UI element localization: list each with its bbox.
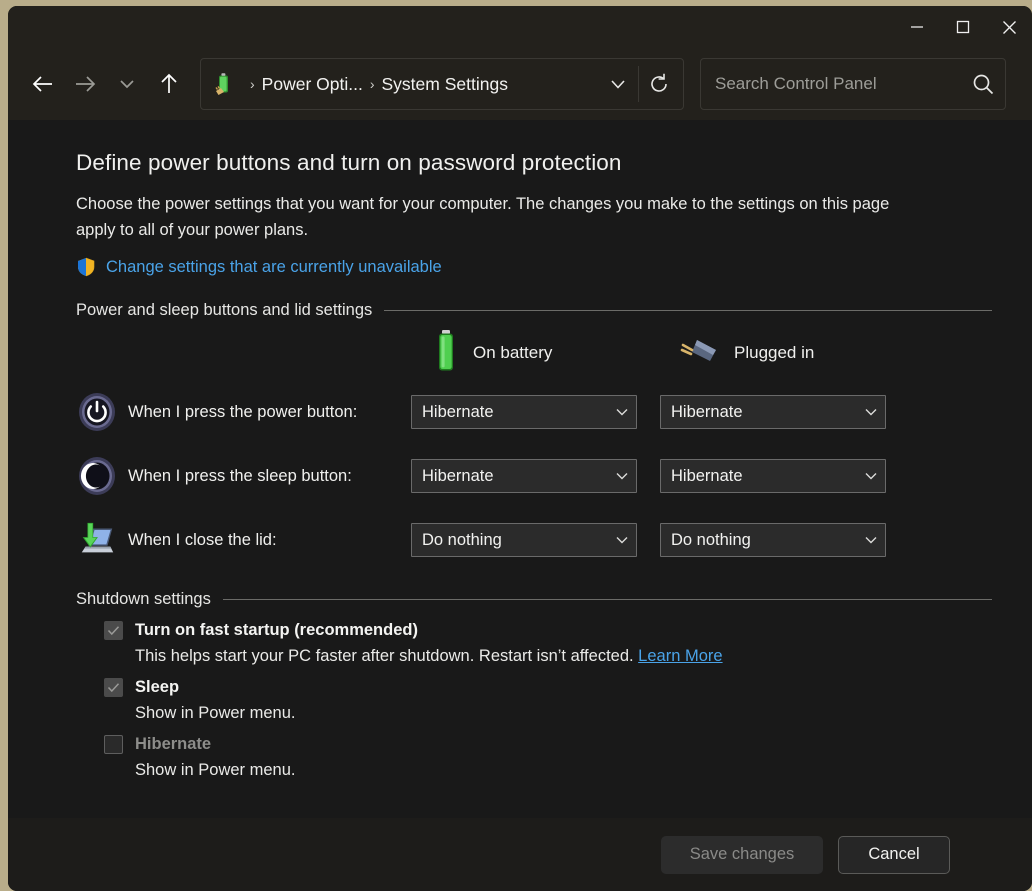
fast-startup-checkbox[interactable] [104,621,123,640]
control-panel-window: › Power Opti... › System Settings Search… [8,6,1032,891]
back-button[interactable] [22,63,64,105]
title-bar [8,6,1032,48]
fast-startup-label: Turn on fast startup (recommended) [135,621,418,640]
power-section-header: Power and sleep buttons and lid settings [76,301,992,320]
shutdown-section: Shutdown settings Turn on fast startup (… [76,590,992,780]
search-icon[interactable] [971,72,995,96]
shield-icon [76,257,96,277]
uac-link-row: Change settings that are currently unava… [76,257,992,277]
hibernate-description: Show in Power menu. [76,761,992,780]
maximize-button[interactable] [940,6,986,48]
sleep-button-battery-dropdown[interactable]: Hibernate [411,459,637,493]
power-button-battery-value: Hibernate [422,403,614,422]
page-title: Define power buttons and turn on passwor… [76,150,992,176]
search-input[interactable]: Search Control Panel [700,58,1006,110]
address-bar: › Power Opti... › System Settings Search… [8,48,1032,120]
fast-startup-description-text: This helps start your PC faster after sh… [135,647,638,665]
checkbox-row-fast-startup[interactable]: Turn on fast startup (recommended) [76,621,992,640]
column-label-on-battery: On battery [473,343,552,363]
sleep-description: Show in Power menu. [76,704,992,723]
close-button[interactable] [986,6,1032,48]
power-button-plugged-value: Hibernate [671,403,863,422]
sleep-label: Sleep [135,678,179,697]
power-button-battery-dropdown[interactable]: Hibernate [411,395,637,429]
setting-label-sleep-button: When I press the sleep button: [128,467,411,486]
chevron-down-icon [614,470,630,482]
change-settings-link[interactable]: Change settings that are currently unava… [106,258,442,277]
up-button[interactable] [148,63,190,105]
chevron-down-icon [863,534,879,546]
recent-locations-button[interactable] [106,63,148,105]
learn-more-link[interactable]: Learn More [638,647,722,665]
power-options-icon [213,72,235,96]
sleep-button-plugged-value: Hibernate [671,467,863,486]
refresh-icon [648,73,670,95]
sleep-button-battery-value: Hibernate [422,467,614,486]
search-placeholder: Search Control Panel [715,74,971,94]
chevron-down-icon [614,406,630,418]
column-header-on-battery: On battery [431,329,680,378]
hibernate-label: Hibernate [135,735,211,754]
sleep-checkbox[interactable] [104,678,123,697]
breadcrumb-dropdown-button[interactable] [598,62,638,106]
chevron-down-icon [118,77,136,91]
page-description: Choose the power settings that you want … [76,192,928,243]
power-button-plugged-dropdown[interactable]: Hibernate [660,395,886,429]
power-section-title: Power and sleep buttons and lid settings [76,301,384,320]
breadcrumb-item-power-options[interactable]: Power Opti... [262,74,363,95]
hibernate-checkbox[interactable] [104,735,123,754]
cancel-button[interactable]: Cancel [838,836,950,874]
minimize-button[interactable] [894,6,940,48]
setting-row-power-button: When I press the power button: Hibernate… [76,380,992,444]
arrow-up-icon [159,72,179,96]
checkbox-row-hibernate[interactable]: Hibernate [76,735,992,754]
chevron-down-icon [614,534,630,546]
arrow-right-icon [73,74,97,94]
chevron-down-icon [863,406,879,418]
power-plug-icon [680,334,722,373]
arrow-left-icon [31,74,55,94]
breadcrumb-separator-1: › [370,76,375,92]
shutdown-section-title: Shutdown settings [76,590,223,609]
forward-button[interactable] [64,63,106,105]
setting-label-close-lid: When I close the lid: [128,531,411,550]
breadcrumb-item-system-settings[interactable]: System Settings [382,74,508,95]
section-divider [223,599,992,600]
window-controls [894,6,1032,48]
setting-label-power-button: When I press the power button: [128,403,411,422]
checkmark-icon [107,625,120,636]
refresh-button[interactable] [639,62,679,106]
close-lid-plugged-value: Do nothing [671,531,863,550]
column-headers: On battery Plugged in [76,326,992,380]
breadcrumb-separator-0: › [250,76,255,92]
laptop-lid-icon [76,519,118,561]
setting-row-sleep-button: When I press the sleep button: Hibernate… [76,444,992,508]
sleep-moon-icon [76,455,118,497]
fast-startup-description: This helps start your PC faster after sh… [76,647,992,666]
column-label-plugged-in: Plugged in [734,343,814,363]
close-lid-battery-dropdown[interactable]: Do nothing [411,523,637,557]
content-area: Define power buttons and turn on passwor… [8,120,1032,818]
chevron-down-icon [863,470,879,482]
save-changes-button[interactable]: Save changes [661,836,823,874]
column-header-plugged-in: Plugged in [680,334,814,373]
power-button-icon [76,391,118,433]
chevron-down-icon [608,77,628,91]
battery-icon [431,329,461,378]
shutdown-section-header: Shutdown settings [76,590,992,609]
close-lid-plugged-dropdown[interactable]: Do nothing [660,523,886,557]
setting-row-close-lid: When I close the lid: Do nothing Do noth… [76,508,992,572]
section-divider [384,310,992,311]
dialog-footer: Save changes Cancel [8,818,1032,891]
checkbox-row-sleep[interactable]: Sleep [76,678,992,697]
sleep-button-plugged-dropdown[interactable]: Hibernate [660,459,886,493]
breadcrumb[interactable]: › Power Opti... › System Settings [200,58,684,110]
checkmark-icon [107,682,120,693]
close-lid-battery-value: Do nothing [422,531,614,550]
